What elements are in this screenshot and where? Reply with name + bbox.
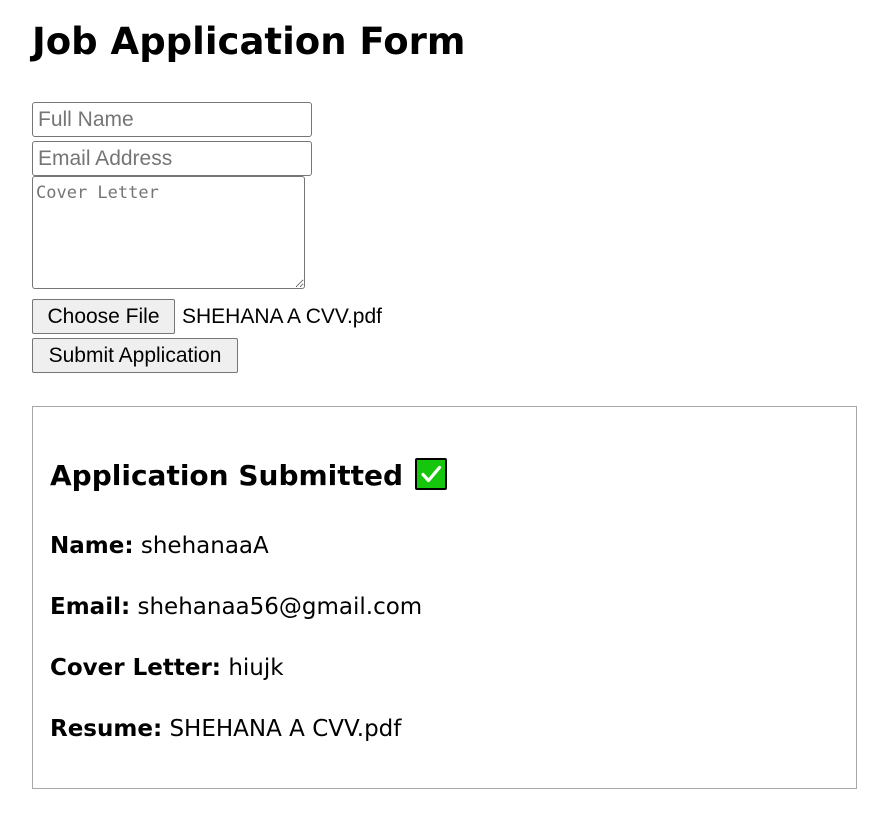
summary-email-row: Email: shehanaa56@gmail.com: [50, 591, 422, 623]
summary-name-value: shehanaaA: [140, 533, 269, 559]
submission-summary: Application Submitted Name: shehanaaA Em…: [32, 406, 857, 789]
summary-cover-letter-row: Cover Letter: hiujk: [50, 652, 284, 684]
summary-name-label: Name:: [50, 533, 134, 559]
full-name-input[interactable]: [32, 102, 312, 137]
summary-resume-row: Resume: SHEHANA A CVV.pdf: [50, 713, 401, 745]
choose-file-button[interactable]: Choose File: [32, 299, 175, 334]
summary-name-row: Name: shehanaaA: [50, 530, 269, 562]
submit-application-button[interactable]: Submit Application: [32, 338, 238, 373]
submission-heading-text: Application Submitted: [50, 459, 404, 492]
white-check-mark-icon: [415, 458, 448, 490]
summary-resume-label: Resume:: [50, 716, 163, 742]
page: Job Application Form Choose File SHEHANA…: [0, 0, 879, 832]
summary-resume-value: SHEHANA A CVV.pdf: [169, 716, 402, 742]
email-address-input[interactable]: [32, 141, 312, 176]
summary-cover-letter-label: Cover Letter:: [50, 655, 222, 681]
selected-file-name: SHEHANA A CVV.pdf: [182, 305, 383, 328]
summary-cover-letter-value: hiujk: [228, 655, 284, 681]
summary-email-label: Email:: [50, 594, 131, 620]
cover-letter-textarea[interactable]: [32, 176, 305, 289]
summary-email-value: shehanaa56@gmail.com: [137, 594, 423, 620]
submission-heading: Application Submitted: [50, 456, 448, 496]
page-title: Job Application Form: [32, 20, 466, 63]
